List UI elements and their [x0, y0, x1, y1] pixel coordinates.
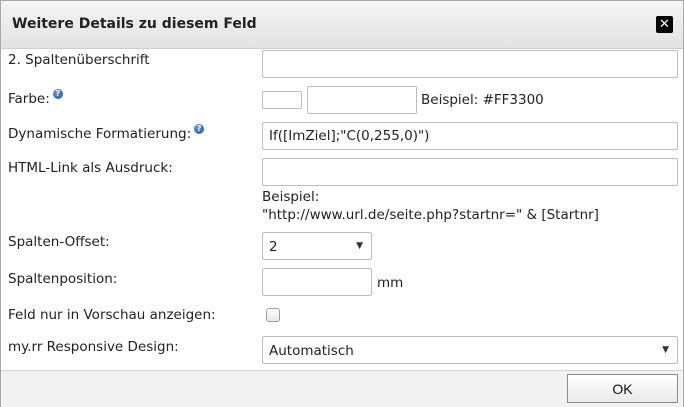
help-icon[interactable]: ?: [52, 89, 63, 99]
chevron-down-icon: ▼: [356, 241, 363, 251]
help-icon[interactable]: ?: [194, 124, 205, 134]
preview-only-label: Feld nur in Vorschau anzeigen:: [8, 307, 216, 323]
responsive-value: Automatisch: [269, 343, 354, 359]
dynamic-format-label: Dynamische Formatierung:?: [8, 124, 205, 142]
responsive-label: my.rr Responsive Design:: [8, 339, 179, 355]
preview-only-checkbox[interactable]: [266, 308, 280, 322]
column-position-label: Spaltenposition:: [8, 271, 118, 287]
dynamic-format-input[interactable]: If([ImZiel];"C(0,255,0)"): [262, 122, 678, 150]
dynamic-format-label-text: Dynamische Formatierung:: [8, 126, 192, 142]
color-input[interactable]: [307, 86, 417, 114]
color-swatch[interactable]: [262, 91, 302, 109]
html-link-label: HTML-Link als Ausdruck:: [8, 160, 173, 176]
field-details-dialog: Weitere Details zu diesem Feld ✕ 2. Spal…: [0, 0, 684, 407]
responsive-select[interactable]: Automatisch ▼: [262, 336, 678, 364]
ok-button[interactable]: OK: [567, 374, 678, 403]
html-link-example-title: Beispiel:: [262, 189, 320, 205]
column-position-unit: mm: [377, 275, 404, 291]
color-example: Beispiel: #FF3300: [421, 92, 544, 108]
column-position-input[interactable]: [262, 268, 372, 296]
html-link-example: "http://www.url.de/seite.php?startnr=" &…: [262, 207, 599, 223]
dialog-titlebar: Weitere Details zu diesem Feld: [1, 1, 683, 49]
dialog-title: Weitere Details zu diesem Feld: [12, 16, 257, 32]
column-header-label: 2. Spaltenüberschrift: [8, 52, 150, 68]
column-offset-label: Spalten-Offset:: [8, 234, 110, 250]
close-icon[interactable]: ✕: [656, 16, 673, 33]
column-offset-select[interactable]: 2 ▼: [262, 232, 372, 260]
color-label: Farbe:?: [8, 89, 63, 107]
column-header-input[interactable]: [262, 50, 678, 78]
column-offset-value: 2: [269, 239, 278, 255]
chevron-down-icon: ▼: [662, 345, 669, 355]
color-label-text: Farbe:: [8, 91, 50, 107]
html-link-input[interactable]: [262, 158, 678, 186]
